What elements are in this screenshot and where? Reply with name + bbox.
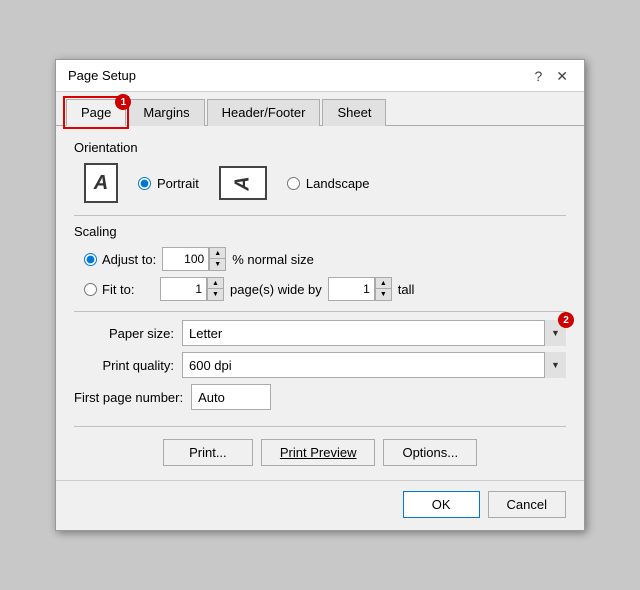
paper-size-row: Paper size: Letter A4 Legal ▼ 2: [74, 320, 566, 346]
title-bar: Page Setup ? ✕: [56, 60, 584, 92]
fit-wide-suffix: page(s) wide by: [230, 282, 322, 297]
landscape-icon: A: [219, 166, 267, 200]
print-quality-select-wrap: 600 dpi 300 dpi 150 dpi ▼: [182, 352, 566, 378]
fit-tall-suffix: tall: [398, 282, 415, 297]
tab-header-footer[interactable]: Header/Footer: [207, 99, 321, 126]
fit-to-radio[interactable]: [84, 283, 97, 296]
adjust-to-option[interactable]: Adjust to:: [84, 252, 156, 267]
ok-cancel-row: OK Cancel: [56, 480, 584, 530]
close-button[interactable]: ✕: [552, 69, 572, 83]
fit-tall-input[interactable]: [329, 278, 374, 300]
adjust-value-input[interactable]: [163, 248, 208, 270]
help-button[interactable]: ?: [530, 69, 546, 83]
title-controls: ? ✕: [530, 69, 572, 83]
portrait-radio[interactable]: [138, 177, 151, 190]
fit-wide-spinner[interactable]: ▲ ▼: [160, 277, 224, 301]
adjust-to-row: Adjust to: ▲ ▼ % normal size: [84, 247, 566, 271]
portrait-icon: A: [84, 163, 118, 203]
fit-wide-down-btn[interactable]: ▼: [207, 289, 223, 300]
adjust-spinner[interactable]: ▲ ▼: [162, 247, 226, 271]
orientation-section: Orientation A Portrait A Landsca: [74, 140, 566, 203]
landscape-radio[interactable]: [287, 177, 300, 190]
divider-1: [74, 215, 566, 216]
print-quality-label: Print quality:: [74, 358, 174, 373]
tab-margins[interactable]: Margins: [128, 99, 204, 126]
adjust-up-btn[interactable]: ▲: [209, 248, 225, 259]
divider-2: [74, 311, 566, 312]
print-preview-button[interactable]: Print Preview: [261, 439, 376, 466]
fit-wide-up-btn[interactable]: ▲: [207, 278, 223, 289]
fit-tall-up-btn[interactable]: ▲: [375, 278, 391, 289]
adjust-down-btn[interactable]: ▼: [209, 259, 225, 270]
adjust-suffix: % normal size: [232, 252, 314, 267]
paper-size-wrap: Letter A4 Legal ▼ 2: [182, 320, 566, 346]
orientation-label: Orientation: [74, 140, 566, 155]
first-page-number-row: First page number:: [74, 384, 566, 410]
tab-page[interactable]: Page 1: [66, 99, 126, 126]
tab-sheet[interactable]: Sheet: [322, 99, 386, 126]
first-page-number-label: First page number:: [74, 390, 183, 405]
page-setup-dialog: Page Setup ? ✕ Page 1 Margins Header/Foo…: [55, 59, 585, 531]
fit-to-option[interactable]: Fit to:: [84, 282, 154, 297]
tab-content: Orientation A Portrait A Landsca: [56, 126, 584, 480]
paper-size-select[interactable]: Letter A4 Legal: [182, 320, 566, 346]
scaling-label: Scaling: [74, 224, 566, 239]
first-page-number-input[interactable]: [191, 384, 271, 410]
options-button[interactable]: Options...: [383, 439, 477, 466]
dialog-title: Page Setup: [68, 68, 136, 83]
orientation-row: A Portrait A Landscape: [84, 163, 566, 203]
paper-size-select-wrap: Letter A4 Legal ▼: [182, 320, 566, 346]
fit-tall-down-btn[interactable]: ▼: [375, 289, 391, 300]
cancel-button[interactable]: Cancel: [488, 491, 566, 518]
print-quality-select[interactable]: 600 dpi 300 dpi 150 dpi: [182, 352, 566, 378]
landscape-option[interactable]: Landscape: [287, 176, 370, 191]
paper-size-label: Paper size:: [74, 326, 174, 341]
adjust-to-radio[interactable]: [84, 253, 97, 266]
tab-bar: Page 1 Margins Header/Footer Sheet: [56, 92, 584, 126]
fit-to-row: Fit to: ▲ ▼ page(s) wide by ▲ ▼: [84, 277, 566, 301]
portrait-option[interactable]: Portrait: [138, 176, 199, 191]
scaling-section: Scaling Adjust to: ▲ ▼ % normal size: [74, 224, 566, 301]
adjust-spinner-buttons: ▲ ▼: [208, 248, 225, 270]
paper-size-badge: 2: [558, 312, 574, 328]
print-quality-row: Print quality: 600 dpi 300 dpi 150 dpi ▼: [74, 352, 566, 378]
fit-wide-buttons: ▲ ▼: [206, 278, 223, 300]
action-button-row: Print... Print Preview Options...: [74, 426, 566, 466]
fit-tall-buttons: ▲ ▼: [374, 278, 391, 300]
fit-tall-spinner[interactable]: ▲ ▼: [328, 277, 392, 301]
ok-button[interactable]: OK: [403, 491, 480, 518]
print-button[interactable]: Print...: [163, 439, 253, 466]
fit-wide-input[interactable]: [161, 278, 206, 300]
